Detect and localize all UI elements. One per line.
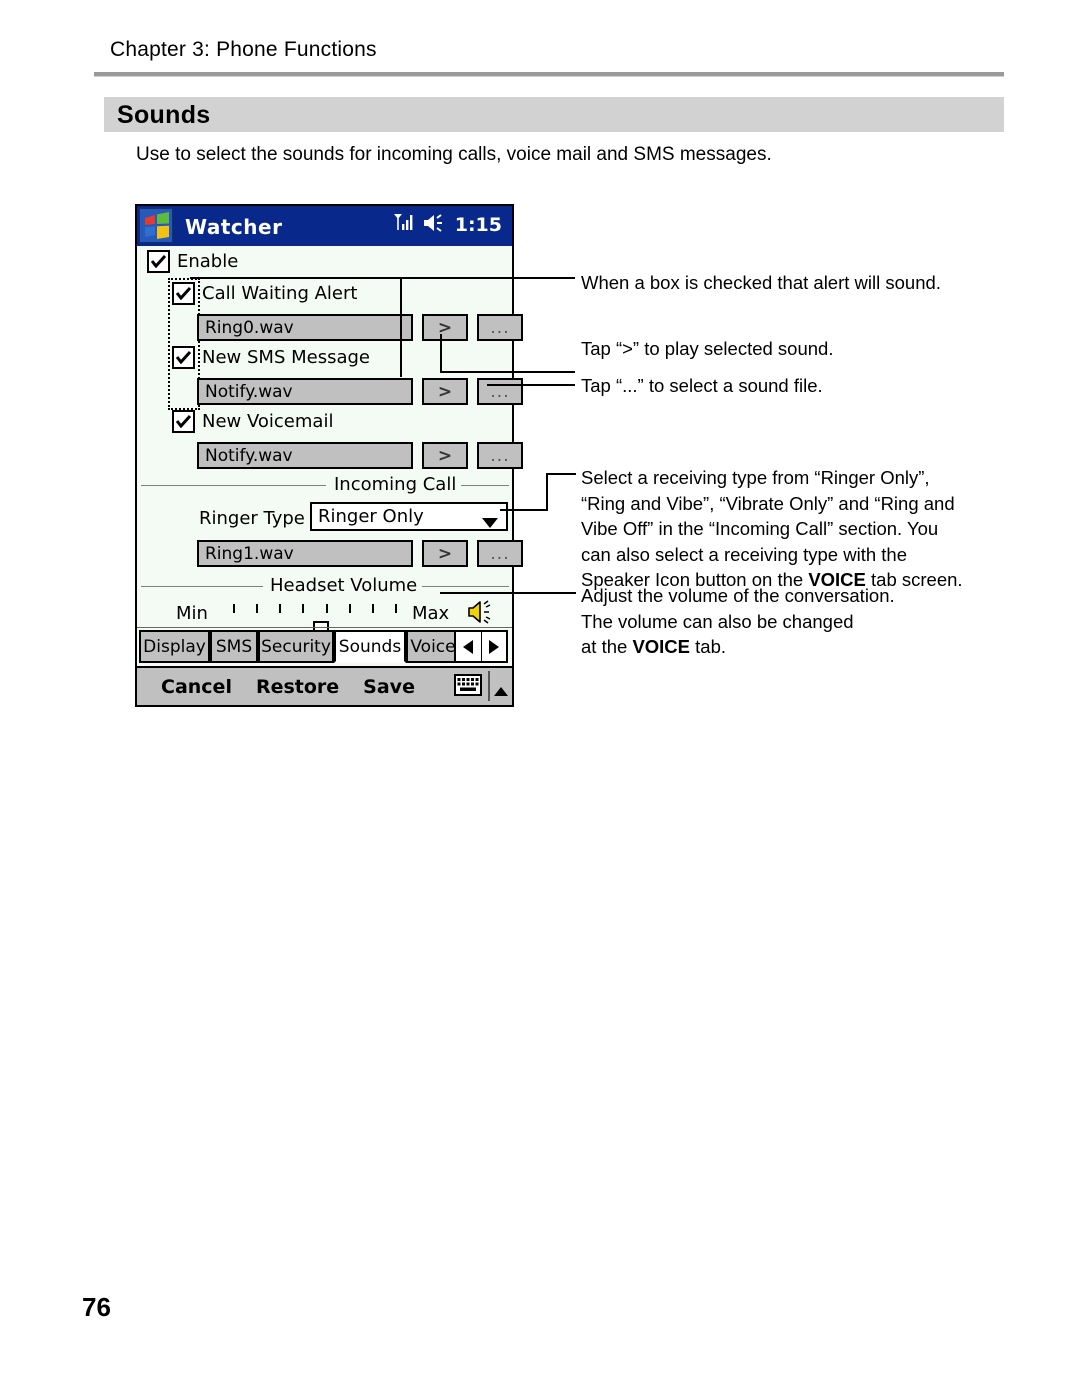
volume-max-label: Max xyxy=(412,603,450,624)
windows-flag-icon[interactable] xyxy=(139,208,173,243)
annotation-checkbox: When a box is checked that alert will so… xyxy=(581,272,941,293)
enable-checkbox[interactable] xyxy=(147,250,170,273)
incoming-call-sound-row: Ring1.wav > ... xyxy=(197,540,523,567)
speaker-volume-icon[interactable] xyxy=(467,599,497,629)
tab-sms[interactable]: SMS xyxy=(210,630,258,663)
new-voicemail-browse-button[interactable]: ... xyxy=(477,442,523,469)
leader-line-ringer-vert xyxy=(546,473,548,511)
leader-line-checkbox-inner xyxy=(190,277,402,279)
leader-line-ringer xyxy=(546,473,576,475)
leader-line-play-vert xyxy=(440,334,442,373)
tab-security[interactable]: Security xyxy=(258,630,334,663)
new-voicemail-sound-row: Notify.wav > ... xyxy=(197,442,523,469)
ringer-type-value: Ringer Only xyxy=(318,506,424,527)
titlebar: Watcher 1:15 xyxy=(137,206,512,246)
ringer-type-dropdown[interactable]: Ringer Only xyxy=(310,502,508,531)
speaker-icon[interactable] xyxy=(423,213,447,237)
headset-volume-group-line-left xyxy=(141,586,263,587)
right-triangle-icon[interactable] xyxy=(482,632,507,661)
page-title: Sounds xyxy=(117,101,211,129)
ringer-type-label: Ringer Type xyxy=(199,508,305,529)
enable-row[interactable]: Enable xyxy=(147,250,238,273)
leader-line-play xyxy=(440,371,575,373)
new-voicemail-label: New Voicemail xyxy=(202,411,334,432)
tab-display[interactable]: Display xyxy=(139,630,210,663)
leader-line-volume xyxy=(440,592,576,594)
alert-row-new-voicemail[interactable]: New Voicemail xyxy=(172,410,333,433)
tab-strip: Display SMS Security Sounds Voice xyxy=(137,627,512,666)
new-voicemail-file-field[interactable]: Notify.wav xyxy=(197,442,413,469)
tab-sounds[interactable]: Sounds xyxy=(334,630,406,663)
volume-min-label: Min xyxy=(176,603,208,624)
enable-label: Enable xyxy=(177,251,239,272)
call-waiting-checkbox[interactable] xyxy=(172,282,195,305)
annotation-ringer: Select a receiving type from “Ringer Onl… xyxy=(581,465,966,593)
annotation-volume-line3: at the VOICE tab. xyxy=(581,634,981,660)
clock: 1:15 xyxy=(454,214,502,236)
save-button[interactable]: Save xyxy=(363,676,415,698)
leader-line-browse xyxy=(487,384,575,386)
chevron-down-icon[interactable] xyxy=(482,513,498,532)
incoming-call-browse-button[interactable]: ... xyxy=(477,540,523,567)
annotation-volume-voice: VOICE xyxy=(632,636,691,657)
call-waiting-sound-row: Ring0.wav > ... xyxy=(197,314,523,341)
restore-button[interactable]: Restore xyxy=(256,676,339,698)
call-waiting-label: Call Waiting Alert xyxy=(202,283,358,304)
annotation-volume: Adjust the volume of the conversation. T… xyxy=(581,583,981,660)
call-waiting-browse-button[interactable]: ... xyxy=(477,314,523,341)
header-divider xyxy=(94,72,1004,77)
leader-line-checkbox-vert xyxy=(400,277,402,377)
command-bar: Cancel Restore Save xyxy=(137,666,512,705)
keyboard-icon[interactable] xyxy=(454,674,482,696)
new-sms-file-field[interactable]: Notify.wav xyxy=(197,378,413,405)
chapter-header: Chapter 3: Phone Functions xyxy=(110,38,377,61)
status-area: 1:15 xyxy=(393,212,502,238)
cancel-button[interactable]: Cancel xyxy=(161,676,232,698)
headset-volume-group-label: Headset Volume xyxy=(265,575,423,596)
incoming-call-play-button[interactable]: > xyxy=(422,540,468,567)
volume-tick-marks xyxy=(233,604,397,613)
incoming-call-file-field[interactable]: Ring1.wav xyxy=(197,540,413,567)
call-waiting-play-button[interactable]: > xyxy=(422,314,468,341)
new-sms-sound-row: Notify.wav > ... xyxy=(197,378,523,405)
new-sms-checkbox[interactable] xyxy=(172,346,195,369)
intro-paragraph: Use to select the sounds for incoming ca… xyxy=(136,144,772,165)
annotation-volume-post: tab. xyxy=(690,636,727,657)
new-sms-browse-button[interactable]: ... xyxy=(477,378,523,405)
new-sms-label: New SMS Message xyxy=(202,347,370,368)
annotation-volume-line2: The volume can also be changed xyxy=(581,610,854,632)
page-number: 76 xyxy=(82,1292,111,1322)
incoming-call-group-label: Incoming Call xyxy=(329,474,462,495)
annotation-play: Tap “>” to play selected sound. xyxy=(581,338,834,359)
new-voicemail-checkbox[interactable] xyxy=(172,410,195,433)
settings-client-area: Enable Call Waiting Alert Ring0.wav > ..… xyxy=(137,246,523,653)
tab-voice[interactable]: Voice xyxy=(406,630,460,663)
up-triangle-icon[interactable] xyxy=(494,681,508,700)
annotation-volume-pre: at the xyxy=(581,636,633,657)
device-screenshot: Watcher 1:15 Enable Call Waiting Alert R… xyxy=(135,204,523,707)
annotation-volume-line1: Adjust the volume of the conversation. xyxy=(581,585,895,606)
new-voicemail-play-button[interactable]: > xyxy=(422,442,468,469)
command-bar-separator xyxy=(488,671,490,701)
annotation-browse: Tap “...” to select a sound file. xyxy=(581,375,823,396)
leader-line-checkbox xyxy=(400,277,575,279)
alert-row-call-waiting[interactable]: Call Waiting Alert xyxy=(172,282,357,305)
leader-line-ringer-inner xyxy=(500,509,548,511)
app-title: Watcher xyxy=(185,215,283,239)
left-triangle-icon[interactable] xyxy=(456,632,482,661)
call-waiting-file-field[interactable]: Ring0.wav xyxy=(197,314,413,341)
section-title-band xyxy=(104,97,1004,132)
tab-scroll-nav xyxy=(454,630,508,663)
new-sms-play-button[interactable]: > xyxy=(422,378,468,405)
signal-bars-icon[interactable] xyxy=(393,212,415,238)
incoming-call-group-line-left xyxy=(141,485,326,486)
alert-row-new-sms[interactable]: New SMS Message xyxy=(172,346,370,369)
